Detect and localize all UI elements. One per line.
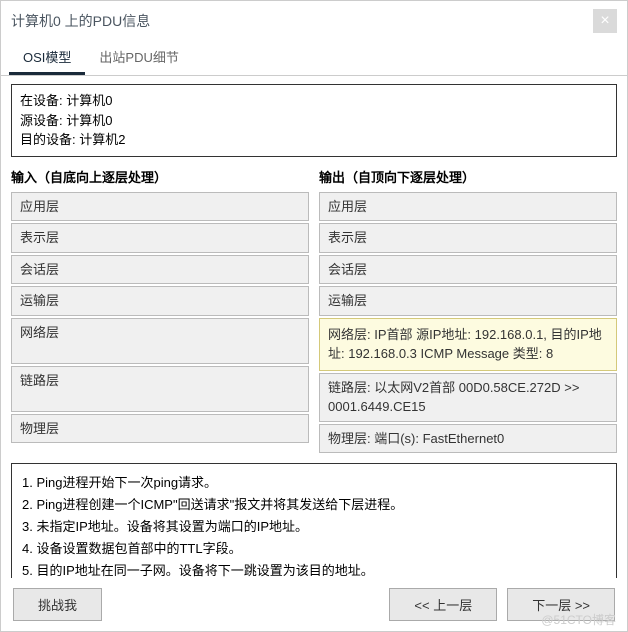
input-header: 输入（自底向上逐层处理） [11,165,309,192]
layers-container: 输入（自底向上逐层处理） 应用层 表示层 会话层 运输层 网络层 链路层 物理层… [11,165,617,456]
tab-osi-model[interactable]: OSI模型 [9,41,85,75]
in-layer-physical[interactable]: 物理层 [11,414,309,444]
device-info-box: 在设备: 计算机0 源设备: 计算机0 目的设备: 计算机2 [11,84,617,157]
note-1: 1. Ping进程开始下一次ping请求。 [22,472,606,494]
titlebar: 计算机0 上的PDU信息 × [1,1,627,41]
in-layer-transport[interactable]: 运输层 [11,286,309,316]
footer: 挑战我 << 上一层 下一层 >> [1,578,627,631]
out-layer-network[interactable]: 网络层: IP首部 源IP地址: 192.168.0.1, 目的IP地址: 19… [319,318,617,371]
at-device: 在设备: 计算机0 [20,91,608,111]
close-button[interactable]: × [593,9,617,33]
note-4: 4. 设备设置数据包首部中的TTL字段。 [22,538,606,560]
in-layer-network[interactable]: 网络层 [11,318,309,364]
out-layer-transport[interactable]: 运输层 [319,286,617,316]
tab-outbound-pdu[interactable]: 出站PDU细节 [85,41,192,75]
note-5: 5. 目的IP地址在同一子网。设备将下一跳设置为该目的地址。 [22,560,606,578]
input-column: 输入（自底向上逐层处理） 应用层 表示层 会话层 运输层 网络层 链路层 物理层 [11,165,309,456]
watermark: @51CTO博客 [541,611,616,628]
output-column: 输出（自顶向下逐层处理） 应用层 表示层 会话层 运输层 网络层: IP首部 源… [319,165,617,456]
challenge-button[interactable]: 挑战我 [13,588,102,621]
window-title: 计算机0 上的PDU信息 [11,11,150,31]
out-layer-physical[interactable]: 物理层: 端口(s): FastEthernet0 [319,424,617,454]
output-header: 输出（自顶向下逐层处理） [319,165,617,192]
tabs: OSI模型 出站PDU细节 [1,41,627,76]
pdu-info-window: 计算机0 上的PDU信息 × OSI模型 出站PDU细节 在设备: 计算机0 源… [0,0,628,632]
in-layer-application[interactable]: 应用层 [11,192,309,222]
in-layer-link[interactable]: 链路层 [11,366,309,412]
source-device: 源设备: 计算机0 [20,111,608,131]
in-layer-session[interactable]: 会话层 [11,255,309,285]
dest-device: 目的设备: 计算机2 [20,130,608,150]
note-2: 2. Ping进程创建一个ICMP"回送请求"报文并将其发送给下层进程。 [22,494,606,516]
out-layer-application[interactable]: 应用层 [319,192,617,222]
out-layer-session[interactable]: 会话层 [319,255,617,285]
out-layer-presentation[interactable]: 表示层 [319,223,617,253]
out-layer-link[interactable]: 链路层: 以太网V2首部 00D0.58CE.272D >> 0001.6449… [319,373,617,422]
notes-box: 1. Ping进程开始下一次ping请求。 2. Ping进程创建一个ICMP"… [11,463,617,578]
prev-layer-button[interactable]: << 上一层 [389,588,497,621]
note-3: 3. 未指定IP地址。设备将其设置为端口的IP地址。 [22,516,606,538]
in-layer-presentation[interactable]: 表示层 [11,223,309,253]
content-area: 在设备: 计算机0 源设备: 计算机0 目的设备: 计算机2 输入（自底向上逐层… [1,76,627,578]
